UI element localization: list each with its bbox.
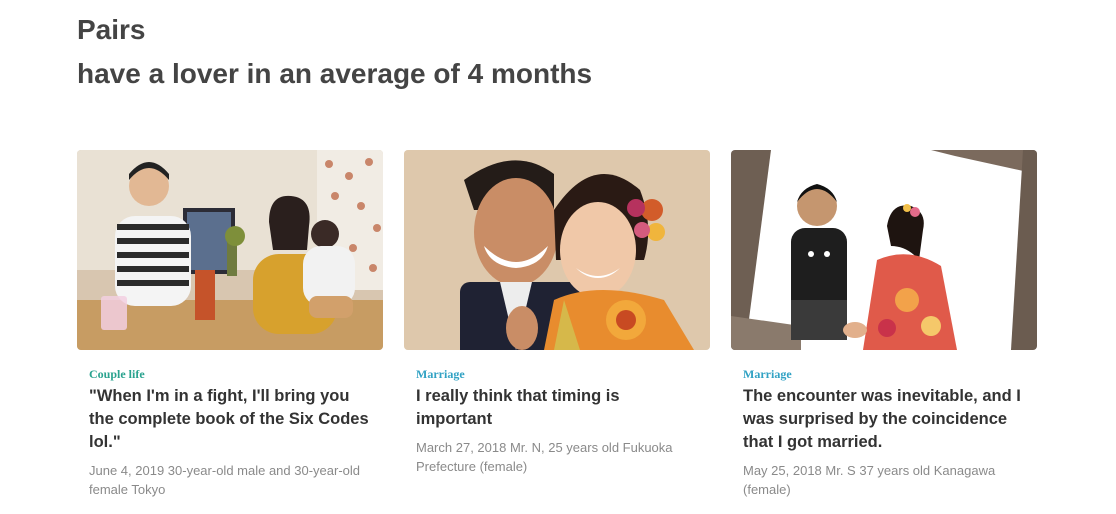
story-category[interactable]: Couple life [89, 367, 371, 381]
page: Pairs have a lover in an average of 4 mo… [0, 0, 1116, 514]
story-title[interactable]: The encounter was inevitable, and I was … [743, 385, 1025, 454]
page-heading: Pairs have a lover in an average of 4 mo… [77, 8, 592, 96]
smiling-couple-kimono-photo[interactable] [404, 150, 710, 350]
heading-line-2: have a lover in an average of 4 months [77, 58, 593, 89]
story-title[interactable]: "When I'm in a fight, I'll bring you the… [89, 385, 371, 454]
story-meta: June 4, 2019 30-year-old male and 30-yea… [89, 463, 361, 497]
heading-line-1: Pairs [77, 14, 146, 45]
story-card-list: Couple life "When I'm in a fight, I'll b… [77, 150, 1037, 514]
story-card[interactable]: Couple life "When I'm in a fight, I'll b… [77, 150, 383, 514]
couple-at-home-photo[interactable] [77, 150, 383, 350]
story-meta: May 25, 2018 Mr. S 37 years old Kanagawa… [743, 463, 996, 497]
story-meta: March 27, 2018 Mr. N, 25 years old Fukuo… [416, 440, 673, 474]
story-card[interactable]: Marriage I really think that timing is i… [404, 150, 710, 514]
story-category[interactable]: Marriage [416, 367, 698, 381]
wedding-couple-kimono-photo[interactable] [731, 150, 1037, 350]
story-category[interactable]: Marriage [743, 367, 1025, 381]
story-title[interactable]: I really think that timing is important [416, 385, 698, 431]
story-card[interactable]: Marriage The encounter was inevitable, a… [731, 150, 1037, 514]
